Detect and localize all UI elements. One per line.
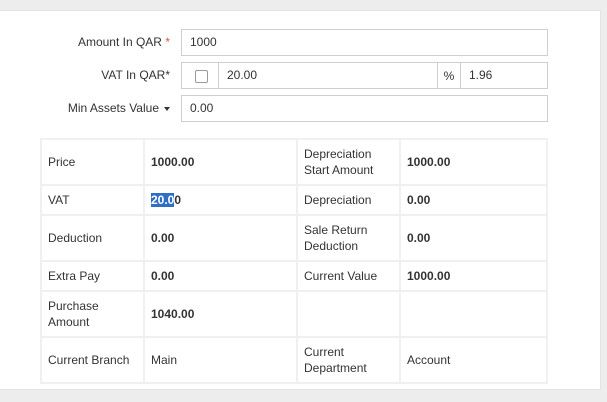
empty-cell [399, 290, 548, 338]
amount-label-text: Amount In QAR [77, 35, 162, 49]
amount-input[interactable]: 1000 [181, 29, 548, 56]
current-department-value: Account [399, 336, 548, 384]
price-value: 1000.00 [143, 138, 298, 186]
vat-percent-input[interactable]: 1.96 [460, 62, 548, 89]
required-mark: * [165, 35, 170, 49]
table-row: Price 1000.00 Depreciation Start Amount … [40, 138, 548, 186]
vat-label: VAT In QAR* [101, 68, 170, 82]
current-value-label: Current Value [296, 260, 401, 292]
table-row: Current Branch Main Current Department A… [40, 336, 548, 384]
min-assets-row: Min Assets Value 0.00 [0, 95, 600, 122]
depreciation-start-amount-label: Depreciation Start Amount [296, 138, 401, 186]
price-label: Price [40, 138, 145, 186]
purchase-amount-label: Purchase Amount [40, 290, 145, 338]
purchase-amount-value: 1040.00 [143, 290, 298, 338]
table-row: VAT 20.00 Depreciation 0.00 [40, 184, 548, 216]
min-assets-input[interactable]: 0.00 [181, 95, 548, 122]
vat-checkbox-wrap [181, 62, 219, 89]
depreciation-value: 0.00 [399, 184, 548, 216]
current-branch-value: Main [143, 336, 298, 384]
asset-summary-table: Price 1000.00 Depreciation Start Amount … [40, 138, 548, 384]
current-value-value: 1000.00 [399, 260, 548, 292]
sale-return-deduction-value: 0.00 [399, 214, 548, 262]
current-branch-label: Current Branch [40, 336, 145, 384]
chevron-down-icon [164, 106, 170, 111]
percent-sign: % [438, 62, 460, 89]
amount-row: Amount In QAR * 1000 [0, 29, 600, 56]
vat-grid-value[interactable]: 20.00 [143, 184, 298, 216]
table-row: Extra Pay 0.00 Current Value 1000.00 [40, 260, 548, 292]
table-row: Deduction 0.00 Sale Return Deduction 0.0… [40, 214, 548, 262]
vat-selected-text: 20.0 [151, 193, 175, 207]
depreciation-start-amount-value: 1000.00 [399, 138, 548, 186]
extra-pay-label: Extra Pay [40, 260, 145, 292]
sale-return-deduction-label: Sale Return Deduction [296, 214, 401, 262]
depreciation-label: Depreciation [296, 184, 401, 216]
current-department-label: Current Department [296, 336, 401, 384]
vat-grid-label: VAT [40, 184, 145, 216]
asset-value-panel: Amount In QAR * 1000 VAT In QAR* 20.00 %… [0, 10, 601, 390]
table-row: Purchase Amount 1040.00 [40, 290, 548, 338]
vat-rest-text: 0 [174, 193, 182, 207]
min-assets-dropdown[interactable]: Min Assets Value [40, 95, 170, 122]
deduction-label: Deduction [40, 214, 145, 262]
vat-input[interactable]: 20.00 [219, 62, 438, 89]
extra-pay-value: 0.00 [143, 260, 298, 292]
vat-checkbox[interactable] [195, 70, 208, 83]
deduction-value: 0.00 [143, 214, 298, 262]
vat-row: VAT In QAR* 20.00 % 1.96 [0, 62, 600, 89]
empty-cell [296, 290, 401, 338]
min-assets-label: Min Assets Value [67, 101, 159, 115]
amount-label: Amount In QAR * [40, 29, 170, 56]
